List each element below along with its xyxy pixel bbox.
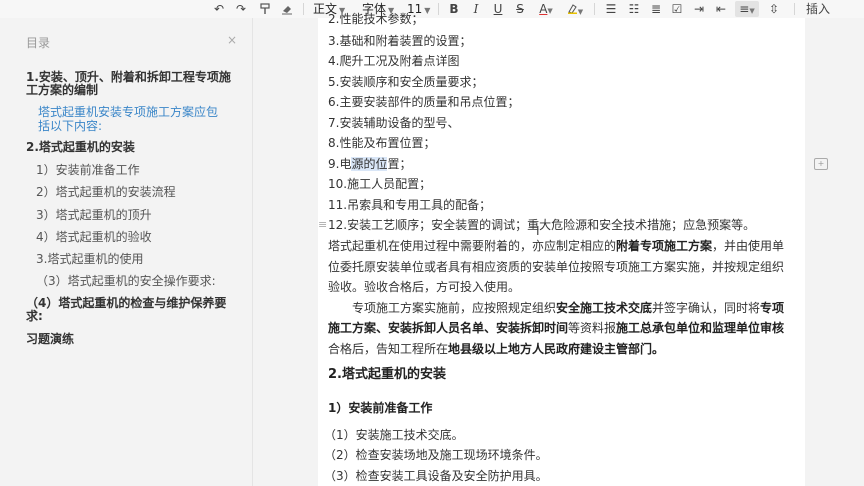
align-button[interactable]: ≡▼	[735, 1, 759, 17]
doc-line: 10.施工人员配置；	[328, 177, 432, 191]
toc-item[interactable]: 1）安装前准备工作	[36, 163, 140, 177]
paragraph-handle-icon[interactable]: ≡	[318, 218, 327, 232]
toc-item[interactable]: 3.塔式起重机的使用	[36, 252, 143, 266]
doc-line: 4.爬升工况及附着点详图	[328, 54, 460, 68]
toc-item[interactable]: 4）塔式起重机的验收	[36, 230, 152, 244]
toc-title: 目录	[26, 36, 51, 50]
doc-line: 7.安装辅助设备的型号、	[328, 116, 460, 130]
doc-bold-text: 安全施工技术交底	[556, 301, 653, 315]
doc-line: 6.主要安装部件的质量和吊点位置；	[328, 95, 520, 109]
strikethrough-button[interactable]: S	[512, 1, 528, 17]
doc-line: 合格后，告知工程所在地县级以上地方人民政府建设主管部门。	[328, 342, 664, 356]
doc-line: 位委托原安装单位或者具有相应资质的安装单位按照专项施工方案实施，并按规定组织	[328, 260, 785, 274]
doc-line: 8.性能及布置位置；	[328, 136, 436, 150]
doc-text: 并签字确认，同时将	[652, 301, 761, 315]
chevron-down-icon: ▼	[547, 7, 553, 15]
checklist-icon[interactable]: ☑	[669, 1, 685, 17]
toc-item[interactable]: 习题演练	[26, 332, 74, 346]
toc-item[interactable]: 2）塔式起重机的安装流程	[36, 185, 176, 199]
chevron-down-icon: ▼	[577, 8, 584, 16]
doc-text: ，并由使用单	[712, 239, 785, 253]
doc-line: ≡ 12.安装工艺顺序；安全装置的调试；重大危险源和安全技术措施；应急预案等。	[318, 218, 756, 232]
toc-sidebar: 目录 × 1.安装、顶升、附着和拆卸工程专项施 工方案的编制 塔式起重机安装专项…	[0, 18, 253, 486]
text-selection: 源的位	[351, 157, 388, 171]
close-icon[interactable]: ×	[227, 33, 237, 47]
doc-text: 等资料报	[568, 321, 617, 335]
toc-item[interactable]: 3）塔式起重机的顶升	[36, 208, 152, 222]
toc-item-active[interactable]: 括以下内容:	[38, 119, 102, 133]
document-page[interactable]: 2.性能技术参数； 3.基础和附着装置的设置； 4.爬升工况及附着点详图 5.安…	[318, 12, 805, 486]
doc-subheading: 1）安装前准备工作	[328, 401, 433, 415]
doc-text: 专项施工方案实施前，应按照规定组织	[352, 301, 557, 315]
doc-line: 3.基础和附着装置的设置；	[328, 34, 472, 48]
italic-button[interactable]: I	[468, 1, 484, 17]
redo-icon[interactable]: ↷	[233, 1, 249, 17]
numbered-list-icon[interactable]: ☰	[603, 1, 619, 17]
bold-button[interactable]: B	[446, 1, 462, 17]
doc-line: 5.安装顺序和安全质量要求；	[328, 75, 484, 89]
doc-bold-text: 附着专项施工方案	[616, 239, 713, 253]
text-cursor-icon: I	[536, 224, 540, 238]
comment-icon[interactable]: +	[814, 158, 828, 170]
toc-item[interactable]: 1.安装、顶升、附着和拆卸工程专项施	[26, 70, 231, 84]
indent-icon[interactable]: ⇥	[691, 1, 707, 17]
doc-line: （2）检查安装场地及施工现场环境条件。	[324, 448, 548, 462]
doc-bold-text: 专项	[760, 301, 785, 315]
doc-text: 9.电	[328, 157, 352, 171]
doc-line: 2.性能技术参数；	[328, 12, 424, 26]
doc-text: 塔式起重机在使用过程中需要附着的，亦应制定相应的	[328, 239, 617, 253]
toc-item[interactable]: 2.塔式起重机的安装	[26, 140, 135, 154]
doc-line: 专项施工方案实施前，应按照规定组织安全施工技术交底并签字确认，同时将专项	[352, 301, 784, 315]
toc-item-active[interactable]: 塔式起重机安装专项施工方案应包	[38, 105, 218, 119]
insert-button[interactable]: 插入	[803, 1, 833, 17]
bullet-list-icon[interactable]: ☷	[626, 1, 642, 17]
doc-line: （1）安装施工技术交底。	[324, 428, 464, 442]
doc-bold-text: 施工总承包单位和监理单位审核	[616, 321, 785, 335]
doc-text: 12.安装工艺顺序；安全装置的调试；重大危险源和安全技术措施；应急预案等。	[328, 218, 756, 232]
outdent-icon[interactable]: ⇤	[713, 1, 729, 17]
document-area: 2.性能技术参数； 3.基础和附着装置的设置； 4.爬升工况及附着点详图 5.安…	[253, 12, 864, 486]
line-spacing-icon[interactable]: ⇳	[766, 1, 782, 17]
dedent-icon[interactable]: ≣	[648, 1, 664, 17]
chevron-down-icon: ▼	[749, 7, 755, 15]
highlight-button[interactable]: ▼	[564, 1, 586, 17]
toc-item[interactable]: 工方案的编制	[26, 83, 98, 97]
doc-bold-text: 地县级以上地方人民政府建设主管部门。	[448, 342, 665, 356]
doc-line: 验收。验收合格后，方可投入使用。	[328, 280, 521, 294]
toc-item[interactable]: （4）塔式起重机的检查与维护保养要	[26, 296, 226, 310]
format-painter-icon[interactable]	[257, 1, 273, 17]
toc-item[interactable]: 求:	[26, 309, 43, 323]
doc-bold-text: 施工方案、安装拆卸人员名单、安装拆卸时间	[328, 321, 569, 335]
toc-item[interactable]: （3）塔式起重机的安全操作要求:	[36, 274, 216, 288]
doc-line: 施工方案、安装拆卸人员名单、安装拆卸时间等资料报施工总承包单位和监理单位审核	[328, 321, 784, 335]
eraser-icon[interactable]	[279, 1, 295, 17]
doc-line: 塔式起重机在使用过程中需要附着的，亦应制定相应的附着专项施工方案，并由使用单	[328, 239, 784, 253]
font-color-button[interactable]: A▼	[535, 1, 557, 17]
doc-line: 11.吊索具和专用工具的配备；	[328, 198, 492, 212]
doc-heading: 2.塔式起重机的安装	[328, 367, 446, 382]
chevron-down-icon: ▼	[424, 6, 431, 15]
undo-icon[interactable]: ↶	[211, 1, 227, 17]
doc-line: （3）检查安装工具设备及安全防护用具。	[324, 469, 548, 483]
doc-text: 置；	[387, 157, 412, 171]
toolbar: ↶ ↷ 正文 ▼ 字体 ▼ 11 ▼ B I U S A▼ ▼ ☰ ☷ ≣ ☑ ⇥ ⇤…	[0, 0, 864, 19]
doc-text: 合格后，告知工程所在	[328, 342, 449, 356]
underline-button[interactable]: U	[490, 1, 506, 17]
doc-line: 9.电源的位置；	[328, 157, 411, 171]
